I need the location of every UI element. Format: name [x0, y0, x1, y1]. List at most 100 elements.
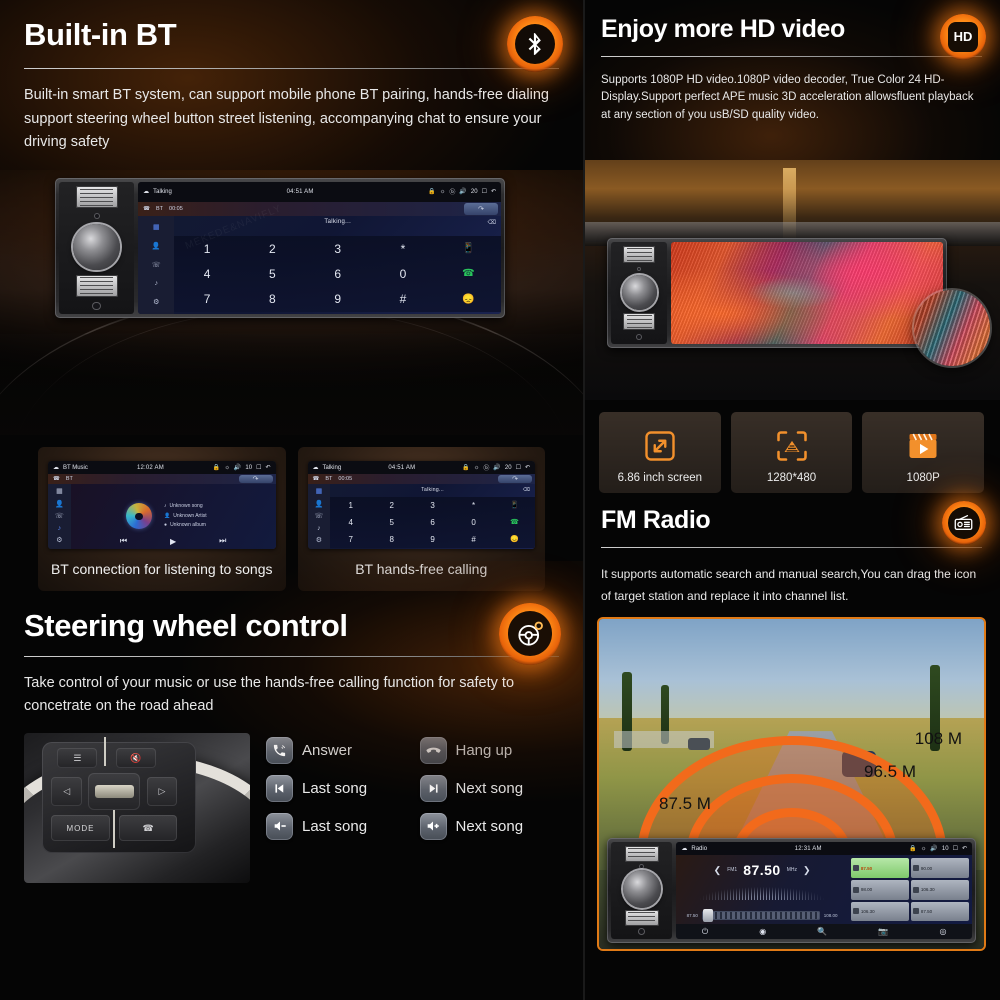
- settings-icon[interactable]: ⚙: [316, 537, 322, 544]
- settings-icon[interactable]: ⚙: [56, 537, 62, 544]
- volume-icon[interactable]: 🔊: [459, 188, 466, 195]
- dialpad-icon[interactable]: ▦: [316, 488, 323, 495]
- call-icon[interactable]: ☎: [436, 261, 501, 286]
- transport-controls[interactable]: ⏮ ▶ ⏭: [120, 536, 227, 546]
- band-icon[interactable]: ◎: [939, 927, 946, 936]
- aux-jack[interactable]: [92, 301, 101, 310]
- key-5[interactable]: 5: [371, 514, 412, 531]
- bluetooth-status-icon[interactable]: ⓑ: [483, 463, 489, 472]
- radio-screen[interactable]: ☁ Radio 12:31 AM 🔒 ☼ 🔊 10 ☐ ↶ ❮ FM1 87.5…: [676, 841, 972, 939]
- brightness-icon[interactable]: ☼: [440, 189, 446, 195]
- power-icon[interactable]: ⏻: [702, 927, 708, 937]
- control-volume-down[interactable]: Last song: [266, 812, 406, 840]
- phone-icon[interactable]: 📱: [436, 236, 501, 261]
- key-4[interactable]: 4: [174, 261, 239, 286]
- key-9[interactable]: 9: [305, 287, 370, 312]
- contacts-icon[interactable]: 👤: [315, 501, 324, 508]
- handsfree-screen[interactable]: ☁ Talking 04:51 AM 🔒 ☼ ⓑ 🔊 20 ☐ ↶ ☎ BT 0…: [307, 461, 535, 549]
- usb-slot-top[interactable]: [623, 246, 656, 263]
- mode-button[interactable]: MODE: [51, 814, 110, 842]
- usb-slot-bottom[interactable]: [624, 910, 659, 927]
- bt-music-screen[interactable]: ☁ BT Music 12:02 AM 🔒 ☼ 🔊 10 ☐ ↶ ☎ BT ↷ …: [48, 461, 276, 549]
- dialpad-icon[interactable]: ▦: [56, 488, 63, 495]
- reset-pinhole[interactable]: [636, 266, 642, 272]
- dialpad[interactable]: 1 2 3 * 📱 4 5 6 0 ☎ 7 8 9 # 😞: [330, 496, 535, 548]
- play-icon[interactable]: ▶: [170, 537, 176, 546]
- return-icon[interactable]: ↷: [498, 474, 532, 484]
- call-history-icon[interactable]: ☏: [55, 513, 64, 520]
- key-8[interactable]: 8: [371, 531, 412, 548]
- preset-button[interactable]: 98.00: [850, 880, 909, 900]
- settings-icon[interactable]: ⚙: [153, 299, 159, 306]
- preset-button[interactable]: 106.30: [850, 901, 909, 922]
- phone-icon[interactable]: 📱: [494, 497, 535, 514]
- key-7[interactable]: 7: [330, 531, 371, 548]
- call-history-icon[interactable]: ☏: [314, 513, 323, 520]
- backspace-icon[interactable]: ⌫: [488, 219, 496, 226]
- hd-video-screen[interactable]: [671, 242, 943, 344]
- next-track-icon[interactable]: ⏭: [219, 536, 226, 546]
- brightness-icon[interactable]: ☼: [224, 465, 230, 471]
- usb-slot-top[interactable]: [75, 186, 118, 209]
- key-3[interactable]: 3: [305, 236, 370, 261]
- search-icon[interactable]: 🔍: [817, 927, 827, 936]
- return-icon[interactable]: ↷: [464, 202, 498, 216]
- back-icon[interactable]: ↶: [265, 464, 270, 471]
- source-icon[interactable]: ☰: [57, 748, 98, 769]
- frequency-slider[interactable]: 87.50 108.00: [687, 909, 838, 923]
- control-volume-up[interactable]: Next song: [419, 812, 560, 840]
- volume-icon[interactable]: 🔊: [493, 464, 500, 471]
- key-6[interactable]: 6: [412, 514, 453, 531]
- preset-button[interactable]: 106.30: [910, 880, 969, 900]
- scan-icon[interactable]: 📷: [878, 927, 888, 936]
- music-icon[interactable]: ♪: [58, 525, 62, 532]
- brightness-icon[interactable]: ☼: [474, 465, 480, 471]
- aux-jack[interactable]: [636, 333, 643, 340]
- card-icon[interactable]: ☐: [516, 464, 521, 471]
- phone-icon[interactable]: ☎: [118, 814, 178, 842]
- up-down-rocker[interactable]: [88, 772, 141, 811]
- mute-icon[interactable]: 🔇: [115, 748, 156, 769]
- contacts-icon[interactable]: 👤: [152, 243, 161, 250]
- key-2[interactable]: 2: [240, 236, 305, 261]
- control-last-song[interactable]: Last song: [266, 774, 406, 802]
- usb-slot-top[interactable]: [624, 845, 659, 862]
- key-9[interactable]: 9: [412, 531, 453, 548]
- volume-knob[interactable]: [622, 870, 661, 909]
- seek-left-icon[interactable]: ◁: [51, 777, 83, 806]
- lock-icon[interactable]: 🔒: [428, 188, 435, 195]
- key-7[interactable]: 7: [174, 287, 239, 312]
- dialpad[interactable]: 1 2 3 * 📱 4 5 6 0 ☎ 7 8 9 # 😞: [174, 235, 501, 313]
- head-unit-screen[interactable]: ☁ Talking 04:51 AM 🔒 ☼ ⓑ 🔊 20 ☐ ↶ ☎ BT 0…: [138, 182, 501, 314]
- tune-down-button[interactable]: ❮: [714, 865, 722, 876]
- key-4[interactable]: 4: [330, 514, 371, 531]
- return-icon[interactable]: ↷: [238, 474, 273, 484]
- contacts-icon[interactable]: 👤: [55, 501, 64, 508]
- key-star[interactable]: *: [370, 236, 435, 261]
- volume-icon[interactable]: 🔊: [234, 464, 241, 471]
- control-next-song[interactable]: Next song: [419, 774, 560, 802]
- key-8[interactable]: 8: [240, 287, 305, 312]
- bluetooth-status-icon[interactable]: ⓑ: [449, 187, 455, 196]
- volume-icon[interactable]: 🔊: [930, 845, 937, 852]
- backspace-icon[interactable]: ⌫: [523, 487, 530, 493]
- key-3[interactable]: 3: [412, 497, 453, 514]
- key-2[interactable]: 2: [371, 497, 412, 514]
- hangup-icon[interactable]: 😞: [436, 287, 501, 312]
- card-icon[interactable]: ☐: [482, 188, 487, 195]
- preset-button[interactable]: 87.50: [850, 858, 909, 879]
- key-1[interactable]: 1: [330, 497, 371, 514]
- key-1[interactable]: 1: [174, 236, 239, 261]
- music-icon[interactable]: ♪: [317, 525, 321, 532]
- hangup-icon[interactable]: 😞: [494, 531, 535, 548]
- key-hash[interactable]: #: [453, 531, 494, 548]
- control-answer[interactable]: Answer: [266, 736, 406, 764]
- control-hangup[interactable]: Hang up: [419, 736, 560, 764]
- card-icon[interactable]: ☐: [953, 845, 958, 852]
- usb-slot-bottom[interactable]: [623, 313, 656, 331]
- preset-button[interactable]: 90.00: [910, 858, 969, 879]
- key-5[interactable]: 5: [240, 261, 305, 286]
- call-history-icon[interactable]: ☏: [152, 262, 161, 269]
- back-icon[interactable]: ↶: [525, 464, 530, 471]
- slider-track[interactable]: [701, 909, 820, 923]
